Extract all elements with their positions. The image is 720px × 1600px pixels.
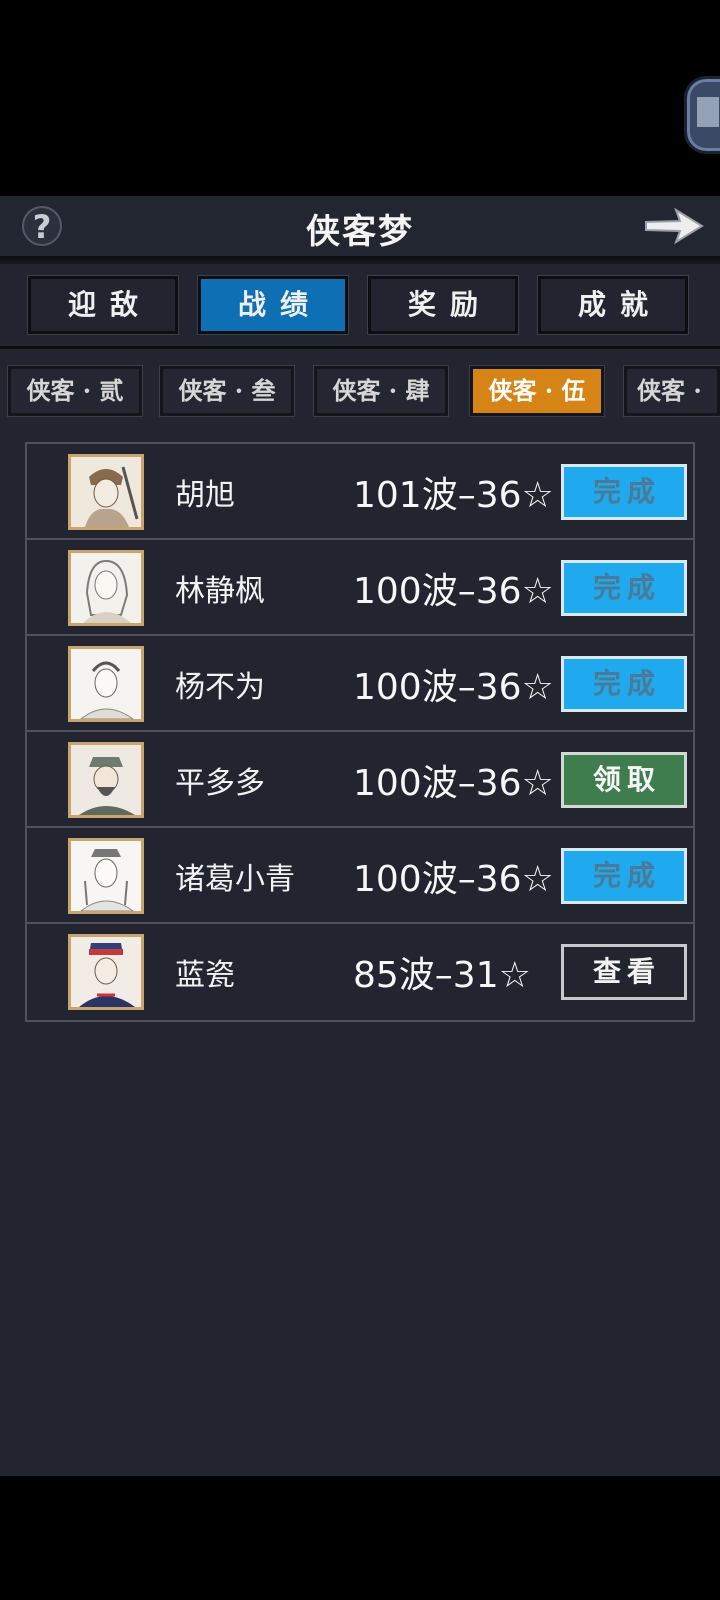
hero-portrait [68,742,144,818]
page-title: 侠客梦 [306,212,414,252]
wave-score: 100波–36☆ [353,571,554,612]
table-row: 杨不为 100波–36☆ 完成 [27,636,693,732]
hero-portrait [68,934,144,1010]
hero-name: 蓝瓷 [175,958,235,993]
table-row: 林静枫 100波–36☆ 完成 [27,540,693,636]
table-row: 平多多 100波–36☆ 领取 [27,732,693,828]
hero-portrait [68,550,144,626]
hero-name: 杨不为 [175,670,265,705]
tab-jiangli[interactable]: 奖励 [367,275,519,335]
hero-name: 诸葛小青 [175,862,295,897]
floating-window-thumbnail[interactable] [684,76,720,154]
tab-yingdi[interactable]: 迎敌 [27,275,179,335]
subtab-xiake-2[interactable]: 侠客 · 贰 [7,365,143,417]
subtab-xiake-5[interactable]: 侠客 · 伍 [469,365,605,417]
header-divider [0,256,720,264]
complete-button[interactable]: 完成 [561,560,687,616]
wave-score: 85波–31☆ [353,955,531,996]
wave-score: 100波–36☆ [353,667,554,708]
hero-portrait [68,454,144,530]
tab-chengjiu[interactable]: 成就 [537,275,689,335]
wave-score: 100波–36☆ [353,763,554,804]
complete-button[interactable]: 完成 [561,464,687,520]
hero-portrait [68,646,144,722]
table-row: 诸葛小青 100波–36☆ 完成 [27,828,693,924]
table-row: 胡旭 101波–36☆ 完成 [27,444,693,540]
complete-button[interactable]: 完成 [561,656,687,712]
hero-name: 胡旭 [175,478,235,513]
table-row: 蓝瓷 85波–31☆ 查看 [27,924,693,1020]
tab-zhanji[interactable]: 战绩 [197,275,349,335]
complete-button[interactable]: 完成 [561,848,687,904]
tabs-divider [0,346,720,349]
arrow-right-icon[interactable] [642,204,706,248]
view-button[interactable]: 查看 [561,944,687,1000]
navigation-bar-area [0,1476,720,1600]
subtab-xiake-3[interactable]: 侠客 · 叁 [159,365,295,417]
header: ? 侠客梦 [0,196,720,258]
main-tabs: 迎敌 战绩 奖励 成就 [0,266,720,344]
wave-score: 101波–36☆ [353,475,554,516]
hero-name: 林静枫 [175,574,265,609]
record-list: 胡旭 101波–36☆ 完成 林静枫 100波–36☆ 完成 杨不为 100波–… [25,442,695,1022]
game-panel: ? 侠客梦 迎敌 战绩 奖励 成就 侠客 · 贰 侠客 · 叁 侠客 · 肆 侠… [0,196,720,1476]
wave-score: 100波–36☆ [353,859,554,900]
subtab-xiake-4[interactable]: 侠客 · 肆 [313,365,449,417]
hero-portrait [68,838,144,914]
status-bar-area [0,0,720,196]
hero-name: 平多多 [175,766,265,801]
subtab-xiake-6[interactable]: 侠客 · [623,365,720,417]
claim-button[interactable]: 领取 [561,752,687,808]
